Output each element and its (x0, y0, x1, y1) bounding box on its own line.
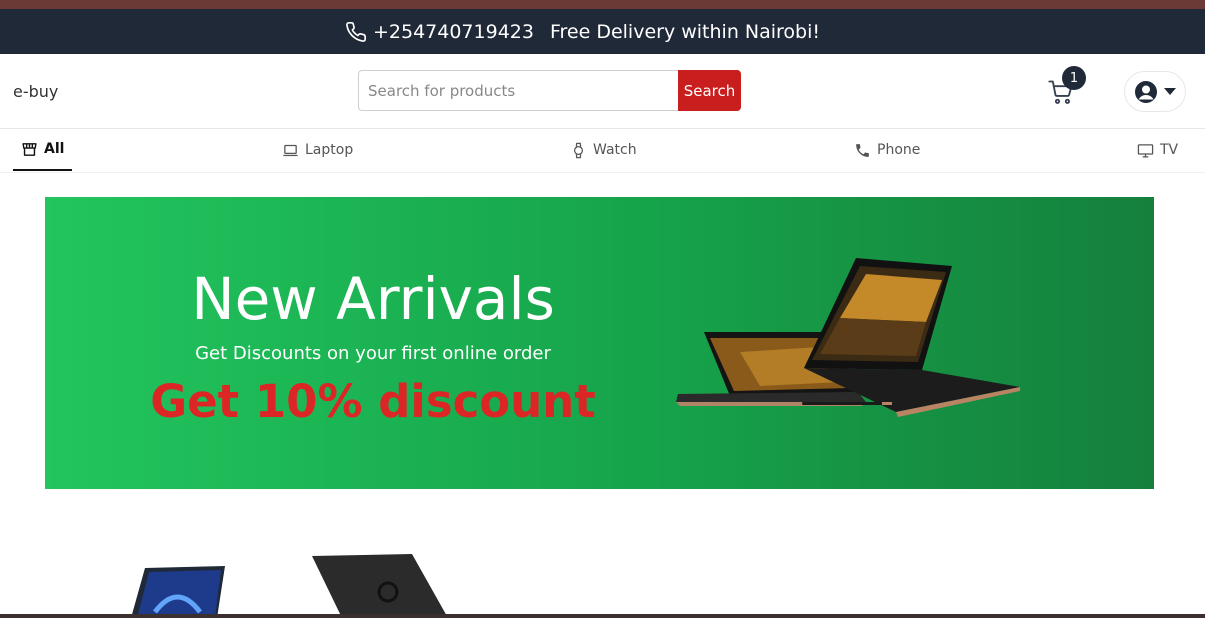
search-input[interactable] (358, 70, 678, 111)
banner-title: New Arrivals (191, 265, 555, 333)
user-circle-icon (1135, 80, 1157, 103)
top-accent-line (0, 0, 1205, 9)
contact-phone: +254740719423 (372, 20, 534, 43)
caret-down-icon (1164, 87, 1176, 95)
bottom-edge (0, 614, 1205, 618)
tab-phone-label: Phone (877, 142, 921, 158)
banner-subtitle: Get Discounts on your first online order (195, 343, 551, 364)
tab-laptop-label: Laptop (305, 142, 354, 158)
tab-all-label: All (44, 141, 65, 157)
tab-watch-label: Watch (593, 142, 637, 158)
tab-all[interactable]: All (13, 129, 73, 171)
banner-text-block: New Arrivals Get Discounts on your first… (45, 197, 701, 489)
tab-phone[interactable]: Phone (854, 129, 920, 171)
watch-icon (573, 142, 584, 158)
product-thumbnail[interactable] (308, 552, 458, 618)
store-icon (22, 142, 37, 156)
tab-tv[interactable]: TV (1137, 129, 1178, 171)
tab-watch[interactable]: Watch (570, 129, 637, 171)
tab-laptop[interactable]: Laptop (282, 129, 353, 171)
category-nav: All Laptop Watch Phone TV (0, 129, 1205, 173)
tab-tv-label: TV (1160, 142, 1179, 158)
cart-count-badge: 1 (1062, 66, 1086, 90)
promo-bar: +254740719423 Free Delivery within Nairo… (0, 9, 1205, 54)
banner-discount: Get 10% discount (150, 375, 596, 428)
tv-icon (1137, 143, 1154, 158)
site-logo[interactable]: e-buy (13, 82, 58, 101)
product-thumbnail[interactable] (125, 562, 235, 618)
laptop-icon (283, 144, 298, 156)
phone-icon (856, 143, 869, 157)
site-header: e-buy Search 1 (0, 54, 1205, 129)
promo-banner[interactable]: New Arrivals Get Discounts on your first… (45, 197, 1154, 489)
user-menu-button[interactable] (1124, 71, 1186, 112)
phone-icon (346, 21, 366, 42)
delivery-message: Free Delivery within Nairobi! (549, 20, 821, 43)
search-button[interactable]: Search (678, 70, 741, 111)
laptop-illustration (676, 258, 1020, 417)
search-bar: Search (358, 70, 741, 111)
